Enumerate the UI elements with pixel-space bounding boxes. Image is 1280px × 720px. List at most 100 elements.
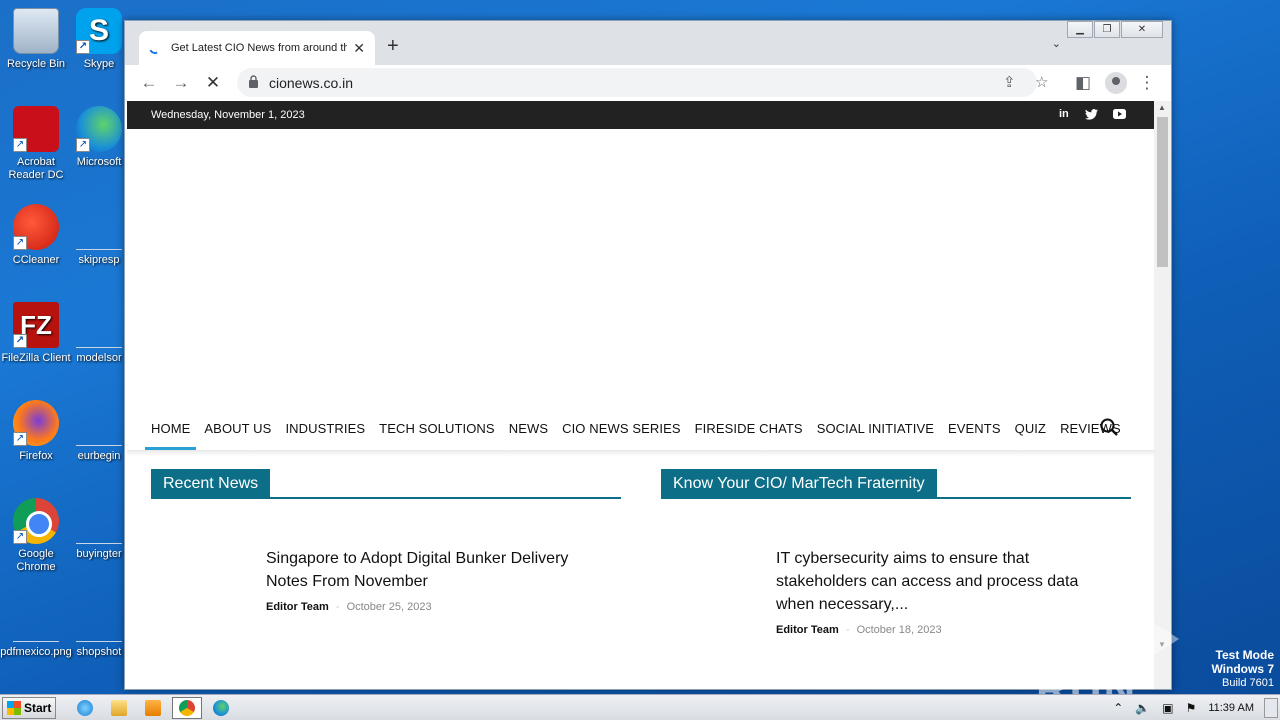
taskbar-ie[interactable]: [70, 697, 100, 719]
taskbar-media-player[interactable]: [138, 697, 168, 719]
menu-kebab-icon[interactable]: ⋮: [1135, 71, 1159, 95]
chrome-icon: [179, 699, 195, 716]
taskbar: Start ⌃ 🔈 ▣ ⚑ 11:39 AM: [0, 694, 1280, 720]
meta-separator: -: [335, 601, 340, 613]
site-topbar: Wednesday, November 1, 2023 in: [127, 101, 1154, 129]
page-scrollbar[interactable]: ▲ ▼: [1154, 101, 1171, 689]
taskbar-edge[interactable]: [206, 697, 236, 719]
tray-expand-icon[interactable]: ⌃: [1113, 701, 1123, 715]
network-icon[interactable]: ▣: [1162, 701, 1173, 715]
file-icon: [76, 400, 122, 446]
article-title[interactable]: IT cybersecurity aims to ensure that sta…: [776, 547, 1121, 616]
nav-news[interactable]: NEWS: [509, 421, 548, 436]
file-icon: [76, 498, 122, 544]
nav-fireside-chats[interactable]: FIRESIDE CHATS: [695, 421, 803, 436]
clock[interactable]: 11:39 AM: [1208, 702, 1254, 714]
scroll-thumb[interactable]: [1157, 117, 1168, 267]
desktop-icon-label: buyingter: [76, 548, 122, 560]
nav-industries[interactable]: INDUSTRIES: [285, 421, 365, 436]
start-button[interactable]: Start: [2, 696, 56, 719]
desktop-icon-label: Google Chrome: [16, 548, 56, 573]
share-icon[interactable]: ⇪: [1003, 73, 1016, 91]
desktop-icon-label: CCleaner: [12, 254, 60, 266]
nav-home[interactable]: HOME: [144, 421, 197, 450]
volume-icon[interactable]: 🔈: [1135, 701, 1150, 715]
profile-avatar-icon[interactable]: [1105, 72, 1127, 94]
desktop-icon-buyingter[interactable]: buyingter: [74, 498, 124, 561]
tab-close-icon[interactable]: ✕: [353, 40, 365, 57]
youtube-icon[interactable]: [1113, 109, 1126, 119]
scroll-up-icon[interactable]: ▲: [1158, 103, 1166, 112]
know-your-cio-section: Know Your CIO/ MarTech Fraternity: [661, 469, 1131, 499]
acrobat-icon: ↗: [13, 106, 59, 152]
nav-tech-solutions[interactable]: TECH SOLUTIONS: [379, 421, 495, 436]
ie-icon: [77, 699, 93, 716]
file-icon: [13, 596, 59, 642]
desktop-icon-firefox[interactable]: ↗ Firefox: [0, 400, 72, 463]
stop-loading-button[interactable]: ✕: [201, 71, 225, 95]
desktop-icon-acrobat[interactable]: ↗ Acrobat Reader DC: [0, 106, 72, 182]
filezilla-icon: FZ ↗: [13, 302, 59, 348]
desktop-icon-recycle-bin[interactable]: Recycle Bin: [0, 8, 72, 71]
start-label: Start: [24, 700, 52, 715]
file-icon: [76, 204, 122, 250]
nav-quiz[interactable]: QUIZ: [1015, 421, 1046, 436]
folder-icon: [111, 699, 127, 716]
recycle-bin-icon: [13, 8, 59, 54]
desktop-icon-edge[interactable]: ↗ Microsoft: [74, 106, 124, 169]
desktop-icon-skipresp[interactable]: skipresp: [74, 204, 124, 267]
forward-button[interactable]: →: [169, 71, 193, 95]
recent-news-heading: Recent News: [151, 469, 271, 499]
desktop-icon-skype[interactable]: S ↗ Skype: [74, 8, 124, 71]
twitter-icon[interactable]: [1085, 109, 1098, 120]
browser-tab[interactable]: Get Latest CIO News from around th ✕: [139, 31, 375, 65]
desktop-icon-label: skipresp: [78, 254, 120, 266]
desktop-icon-chrome[interactable]: ↗ Google Chrome: [0, 498, 72, 574]
desktop-icon-modelsor[interactable]: modelsor: [74, 302, 124, 365]
os-label: Windows 7: [1211, 662, 1274, 676]
tab-title: Get Latest CIO News from around th: [171, 42, 348, 54]
desktop-icon-label: FileZilla Client: [1, 352, 71, 364]
taskbar-explorer[interactable]: [104, 697, 134, 719]
play-icon: [1138, 613, 1179, 666]
back-button[interactable]: ←: [137, 71, 161, 95]
side-panel-icon[interactable]: ◧: [1071, 71, 1095, 95]
action-center-flag-icon[interactable]: ⚑: [1186, 701, 1197, 715]
loading-spinner-icon: [147, 40, 163, 56]
main-nav: HOME ABOUT US INDUSTRIES TECH SOLUTIONS …: [127, 406, 1154, 450]
edge-icon: [213, 699, 229, 716]
tab-search-icon[interactable]: ⌄: [1052, 37, 1061, 50]
file-icon: [76, 302, 122, 348]
linkedin-icon[interactable]: in: [1059, 108, 1069, 120]
show-desktop-button[interactable]: [1264, 698, 1278, 718]
desktop-icon-eurbegin[interactable]: eurbegin: [74, 400, 124, 463]
bookmark-star-icon[interactable]: ☆: [1035, 73, 1048, 91]
taskbar-chrome[interactable]: [172, 696, 202, 719]
article-author[interactable]: Editor Team: [266, 601, 329, 613]
address-bar[interactable]: cionews.co.in ⇪ ☆: [237, 68, 1048, 97]
desktop-icon-ccleaner[interactable]: ↗ CCleaner: [0, 204, 72, 267]
nav-social-initiative[interactable]: SOCIAL INITIATIVE: [817, 421, 934, 436]
nav-about-us[interactable]: ABOUT US: [204, 421, 271, 436]
nav-divider: [127, 450, 1154, 456]
desktop-icon-label: modelsor: [76, 352, 122, 364]
desktop-icon-label: Firefox: [19, 450, 53, 462]
tab-strip: Get Latest CIO News from around th ✕ + ⌄: [125, 21, 1171, 65]
desktop-icon-shopshot[interactable]: shopshot: [74, 596, 124, 659]
news-article[interactable]: Singapore to Adopt Digital Bunker Delive…: [266, 547, 611, 613]
nav-events[interactable]: EVENTS: [948, 421, 1001, 436]
browser-toolbar: ← → ✕ cionews.co.in ⇪ ☆ ◧ ⋮: [125, 65, 1171, 101]
desktop-icon-pdfmexico[interactable]: pdfmexico.png: [0, 596, 72, 659]
search-icon[interactable]: [1100, 418, 1118, 436]
article-author[interactable]: Editor Team: [776, 624, 839, 636]
build-label: Build 7601: [1222, 677, 1274, 689]
desktop-icon-filezilla[interactable]: FZ ↗ FileZilla Client: [0, 302, 72, 365]
nav-cio-news-series[interactable]: CIO NEWS SERIES: [562, 421, 681, 436]
watermark-text-left: ANY: [1036, 612, 1135, 661]
article-title[interactable]: Singapore to Adopt Digital Bunker Delive…: [266, 547, 611, 593]
desktop-icon-label: Acrobat Reader DC: [8, 156, 64, 181]
meta-separator: -: [845, 624, 850, 636]
new-tab-button[interactable]: +: [387, 35, 399, 58]
url-text: cionews.co.in: [269, 75, 354, 91]
media-player-icon: [145, 699, 161, 716]
